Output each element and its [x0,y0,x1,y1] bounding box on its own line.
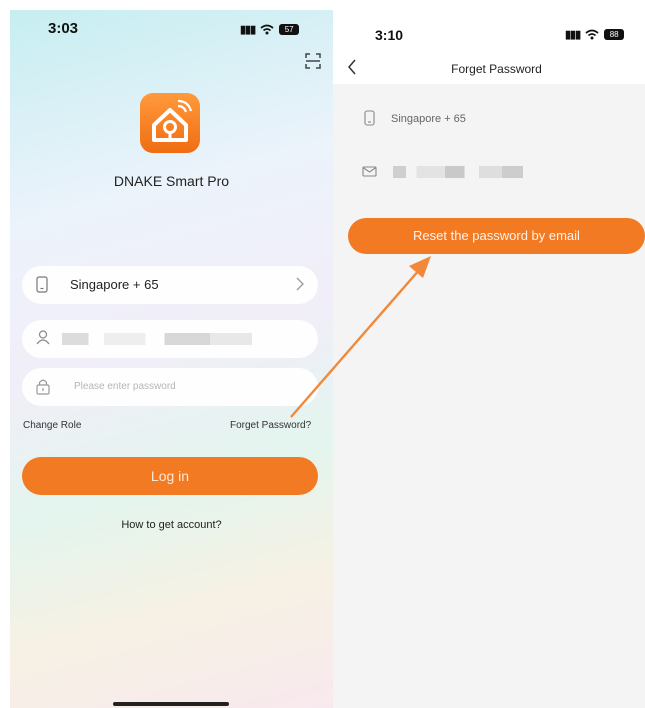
user-icon [36,330,50,345]
username-field[interactable] [22,320,318,358]
signal-icon: ▮▮▮ [240,24,256,36]
username-redacted [62,333,252,345]
phone-icon [36,276,48,293]
battery-icon: 57 [279,24,300,35]
change-role-link[interactable]: Change Role [23,420,81,431]
home-indicator [113,702,229,706]
app-logo-icon [140,93,200,153]
login-screen: 3:03 ▮▮▮ 57 DNAKE Smart Pro Singapore + … [10,10,333,708]
password-field[interactable]: Please enter password [22,368,318,406]
wifi-icon [260,24,274,35]
phone-icon [364,110,375,126]
app-name: DNAKE Smart Pro [113,173,230,189]
mail-icon [362,166,377,177]
email-redacted [393,166,523,178]
status-icons: ▮▮▮ 88 [565,28,625,41]
country-field[interactable]: Singapore + 65 [22,266,318,304]
status-time: 3:03 [48,20,79,37]
country-label: Singapore + 65 [391,113,466,125]
page-title: Forget Password [451,62,542,76]
scan-icon[interactable] [304,52,322,70]
password-placeholder: Please enter password [74,381,176,392]
wifi-icon [585,29,599,40]
status-icons: ▮▮▮ 57 [240,23,300,36]
battery-icon: 88 [604,29,625,40]
status-time: 3:10 [375,27,404,43]
chevron-right-icon [296,277,304,291]
forget-password-link[interactable]: Forget Password? [230,420,311,431]
login-button[interactable]: Log in [22,457,318,495]
reset-by-email-button[interactable]: Reset the password by email [348,218,645,254]
lock-icon [36,379,50,395]
signal-icon: ▮▮▮ [565,29,581,41]
forget-password-screen: 3:10 ▮▮▮ 88 Forget Password Singapore + … [333,10,645,708]
get-account-link[interactable]: How to get account? [10,519,333,531]
country-label: Singapore + 65 [70,277,159,292]
